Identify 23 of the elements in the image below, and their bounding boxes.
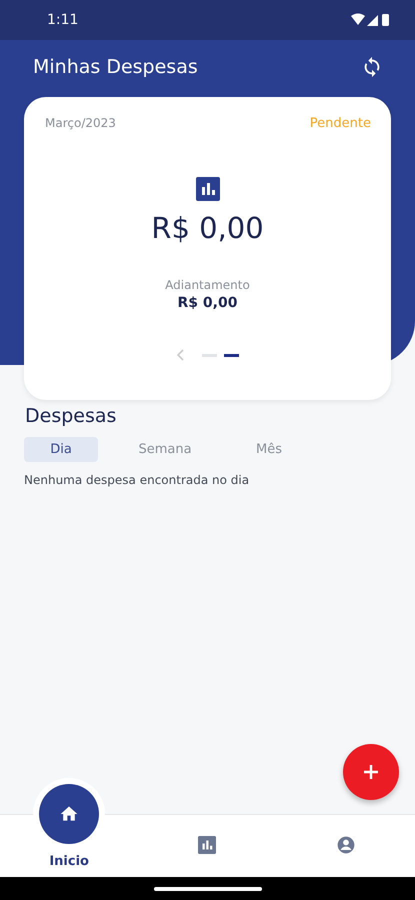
total-amount: R$ 0,00 bbox=[151, 211, 264, 245]
period-label: Março/2023 bbox=[45, 116, 116, 131]
page-title: Minhas Despesas bbox=[33, 56, 198, 78]
section-title: Despesas bbox=[25, 405, 118, 427]
empty-message: Nenhuma despesa encontrada no dia bbox=[24, 473, 250, 487]
advance-label: Adiantamento bbox=[165, 278, 250, 292]
nav-item[interactable] bbox=[198, 836, 216, 854]
chart-icon bbox=[196, 177, 220, 201]
add-button[interactable] bbox=[343, 744, 399, 800]
status-label: Pendente bbox=[310, 116, 371, 131]
nav-label: Inicio bbox=[49, 854, 89, 869]
period-tab[interactable]: Dia bbox=[24, 437, 98, 462]
profile-icon bbox=[336, 835, 356, 855]
nav-item[interactable] bbox=[39, 784, 100, 844]
status-time: 1:11 bbox=[47, 12, 78, 28]
status-icons bbox=[351, 13, 391, 27]
chart-icon bbox=[198, 836, 216, 854]
period-tab[interactable]: Semana bbox=[128, 437, 202, 462]
period-tab[interactable]: Mês bbox=[232, 437, 306, 462]
home-indicator[interactable] bbox=[154, 886, 262, 890]
nav-item[interactable] bbox=[336, 835, 356, 855]
advance-amount: R$ 0,00 bbox=[178, 295, 238, 311]
plus-icon bbox=[362, 763, 380, 781]
